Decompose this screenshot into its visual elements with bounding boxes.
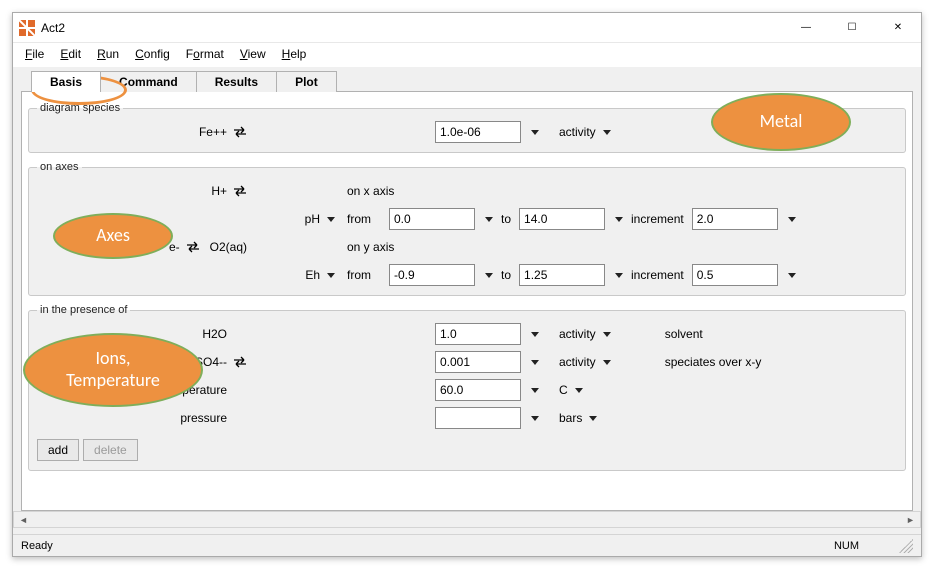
title-text: Act2	[41, 21, 65, 35]
chevron-down-icon[interactable]	[485, 273, 493, 278]
diagram-value-input[interactable]	[435, 121, 521, 143]
from-label: from	[347, 268, 383, 282]
chevron-down-icon[interactable]	[531, 130, 539, 135]
x-inc-input[interactable]	[692, 208, 778, 230]
y-from-input[interactable]	[389, 264, 475, 286]
diagram-unit-dropdown[interactable]: activity	[557, 124, 613, 140]
tab-page-basis: diagram species Fe++ activity on axes	[21, 91, 913, 511]
to-label: to	[501, 212, 511, 226]
menu-file[interactable]: File	[19, 45, 50, 63]
presence-unit-dropdown[interactable]: C	[557, 382, 585, 398]
app-icon	[19, 20, 35, 36]
presence-item[interactable]: pressure	[180, 411, 227, 425]
presence-unit-dropdown[interactable]: activity	[557, 326, 613, 342]
tab-basis[interactable]: Basis	[31, 71, 101, 92]
statusbar: Ready NUM	[13, 534, 921, 556]
y-swap-to[interactable]: O2(aq)	[210, 240, 247, 254]
chevron-down-icon[interactable]	[788, 217, 796, 222]
titlebar: Act2 — ☐ ✕	[13, 13, 921, 43]
tab-plot[interactable]: Plot	[276, 71, 337, 92]
chevron-down-icon[interactable]	[615, 217, 623, 222]
horizontal-scrollbar[interactable]: ◄ ►	[13, 511, 921, 528]
presence-value-input[interactable]	[435, 379, 521, 401]
swap-icon[interactable]	[233, 185, 247, 197]
menu-help[interactable]: Help	[276, 45, 313, 63]
chevron-down-icon[interactable]	[485, 217, 493, 222]
x-from-input[interactable]	[389, 208, 475, 230]
chevron-down-icon[interactable]	[531, 416, 539, 421]
presence-unit-dropdown[interactable]: bars	[557, 410, 599, 426]
legend-axes: on axes	[37, 161, 82, 173]
chevron-down-icon[interactable]	[615, 273, 623, 278]
app-window: Act2 — ☐ ✕ File Edit Run Config Format V…	[12, 12, 922, 557]
swap-icon[interactable]	[233, 126, 247, 138]
add-button[interactable]: add	[37, 439, 79, 461]
presence-value-input[interactable]	[435, 351, 521, 373]
chevron-down-icon[interactable]	[788, 273, 796, 278]
y-inc-input[interactable]	[692, 264, 778, 286]
scroll-left-icon[interactable]: ◄	[15, 512, 32, 527]
swap-icon[interactable]	[233, 356, 247, 368]
maximize-button[interactable]: ☐	[829, 13, 875, 43]
menu-config[interactable]: Config	[129, 45, 176, 63]
menubar: File Edit Run Config Format View Help	[13, 43, 921, 67]
close-button[interactable]: ✕	[875, 13, 921, 43]
presence-note: solvent	[665, 327, 703, 341]
tab-results[interactable]: Results	[196, 71, 277, 92]
y-to-input[interactable]	[519, 264, 605, 286]
chevron-down-icon[interactable]	[531, 360, 539, 365]
y-axis-label: on y axis	[347, 240, 429, 254]
x-to-input[interactable]	[519, 208, 605, 230]
presence-note: speciates over x-y	[665, 355, 762, 369]
chevron-down-icon[interactable]	[531, 332, 539, 337]
x-variable-dropdown[interactable]: pH	[303, 211, 337, 227]
window-controls: — ☐ ✕	[783, 13, 921, 43]
presence-item[interactable]: H2O	[202, 327, 227, 341]
x-species[interactable]: H+	[211, 184, 227, 198]
resize-grip-icon[interactable]	[899, 539, 913, 553]
menu-view[interactable]: View	[234, 45, 272, 63]
y-variable-dropdown[interactable]: Eh	[303, 267, 337, 283]
legend-presence: in the presence of	[37, 304, 130, 316]
swap-icon[interactable]	[186, 241, 200, 253]
delete-button[interactable]: delete	[83, 439, 138, 461]
annotation-axes: Axes	[53, 213, 173, 259]
chevron-down-icon[interactable]	[531, 388, 539, 393]
presence-value-input[interactable]	[435, 407, 521, 429]
annotation-metal: Metal	[711, 93, 851, 151]
minimize-button[interactable]: —	[783, 13, 829, 43]
menu-run[interactable]: Run	[91, 45, 125, 63]
x-axis-label: on x axis	[347, 184, 429, 198]
status-num: NUM	[834, 540, 859, 552]
annotation-ions-temperature: Ions, Temperature	[23, 333, 203, 407]
diagram-species-name[interactable]: Fe++	[199, 125, 227, 139]
menu-edit[interactable]: Edit	[54, 45, 87, 63]
scroll-right-icon[interactable]: ►	[902, 512, 919, 527]
tab-strip: Basis Command Results Plot	[31, 71, 913, 92]
presence-value-input[interactable]	[435, 323, 521, 345]
presence-unit-dropdown[interactable]: activity	[557, 354, 613, 370]
status-text: Ready	[21, 540, 53, 552]
from-label: from	[347, 212, 383, 226]
menu-format[interactable]: Format	[180, 45, 230, 63]
increment-label: increment	[631, 212, 684, 226]
increment-label: increment	[631, 268, 684, 282]
to-label: to	[501, 268, 511, 282]
